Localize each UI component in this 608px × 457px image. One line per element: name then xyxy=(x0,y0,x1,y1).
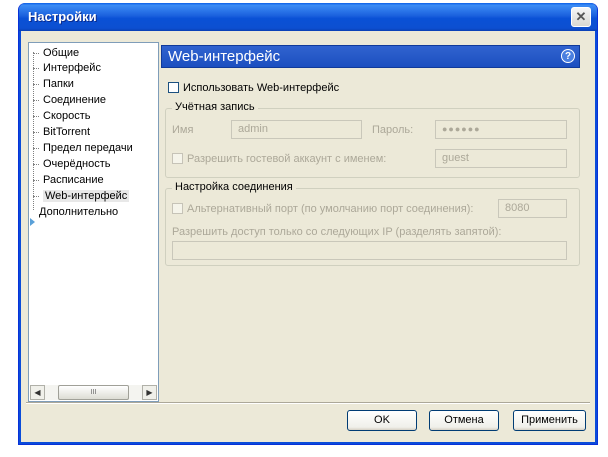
use-web-ui-checkbox[interactable]: Использовать Web-интерфейс xyxy=(168,81,339,95)
expand-arrow-icon[interactable] xyxy=(30,218,35,226)
nav-horizontal-scrollbar[interactable]: ◀ III ▶ xyxy=(30,385,157,400)
ip-whitelist-input[interactable] xyxy=(172,241,567,260)
settings-window: Настройки ✕ Общие Интерфейс Папки Соедин… xyxy=(18,3,598,445)
panel-header: Web-интерфейс ? xyxy=(161,45,580,68)
settings-nav-tree[interactable]: Общие Интерфейс Папки Соединение Скорост… xyxy=(28,42,159,402)
use-web-ui-label: Использовать Web-интерфейс xyxy=(183,82,340,94)
password-input[interactable]: ●●●●●● xyxy=(435,120,567,139)
guest-account-check-box[interactable] xyxy=(172,152,183,164)
nav-item-bittorrent[interactable]: BitTorrent xyxy=(33,125,90,140)
connection-group-title: Настройка соединения xyxy=(172,181,296,193)
password-label: Пароль: xyxy=(372,124,414,136)
dialog-client: Общие Интерфейс Папки Соединение Скорост… xyxy=(22,31,594,441)
ip-whitelist-label: Разрешить доступ только со следующих IP … xyxy=(172,226,502,238)
nav-item-speed[interactable]: Скорость xyxy=(33,109,91,124)
nav-item-connection[interactable]: Соединение xyxy=(33,93,106,108)
alt-port-label: Альтернативный порт (по умолчанию порт с… xyxy=(187,203,474,215)
window-title: Настройки xyxy=(28,9,97,24)
close-icon[interactable]: ✕ xyxy=(571,7,591,27)
guest-account-checkbox[interactable]: Разрешить гостевой аккаунт с именем: xyxy=(172,152,386,166)
scroll-left-icon[interactable]: ◀ xyxy=(30,385,45,400)
bottom-separator xyxy=(26,402,590,404)
username-label: Имя xyxy=(172,124,194,136)
cancel-button[interactable]: Отмена xyxy=(429,410,499,431)
alt-port-check-box[interactable] xyxy=(172,202,183,214)
alt-port-checkbox[interactable]: Альтернативный порт (по умолчанию порт с… xyxy=(172,202,473,216)
scroll-thumb[interactable]: III xyxy=(58,385,129,400)
alt-port-input[interactable]: 8080 xyxy=(498,199,567,218)
panel-title: Web-интерфейс xyxy=(168,48,281,65)
nav-item-folders[interactable]: Папки xyxy=(33,77,74,92)
scroll-right-icon[interactable]: ▶ xyxy=(142,385,157,400)
use-web-ui-check-box[interactable] xyxy=(168,81,179,93)
title-bar[interactable]: Настройки ✕ xyxy=(19,3,597,31)
nav-item-queueing[interactable]: Очерёдность xyxy=(33,157,111,172)
nav-item-general[interactable]: Общие xyxy=(33,46,79,61)
apply-button[interactable]: Применить xyxy=(513,410,586,431)
nav-item-advanced[interactable]: Дополнительно xyxy=(39,205,118,220)
username-input[interactable]: admin xyxy=(231,120,362,139)
ok-button[interactable]: OK xyxy=(347,410,417,431)
nav-item-scheduler[interactable]: Расписание xyxy=(33,173,104,188)
nav-item-web-ui[interactable]: Web-интерфейс xyxy=(33,189,130,204)
account-group-title: Учётная запись xyxy=(172,101,258,113)
nav-item-transfer-cap[interactable]: Предел передачи xyxy=(33,141,133,156)
help-icon[interactable]: ? xyxy=(561,49,575,63)
nav-item-interface[interactable]: Интерфейс xyxy=(33,61,101,76)
guest-account-label: Разрешить гостевой аккаунт с именем: xyxy=(187,153,387,165)
guest-name-input[interactable]: guest xyxy=(435,149,567,168)
